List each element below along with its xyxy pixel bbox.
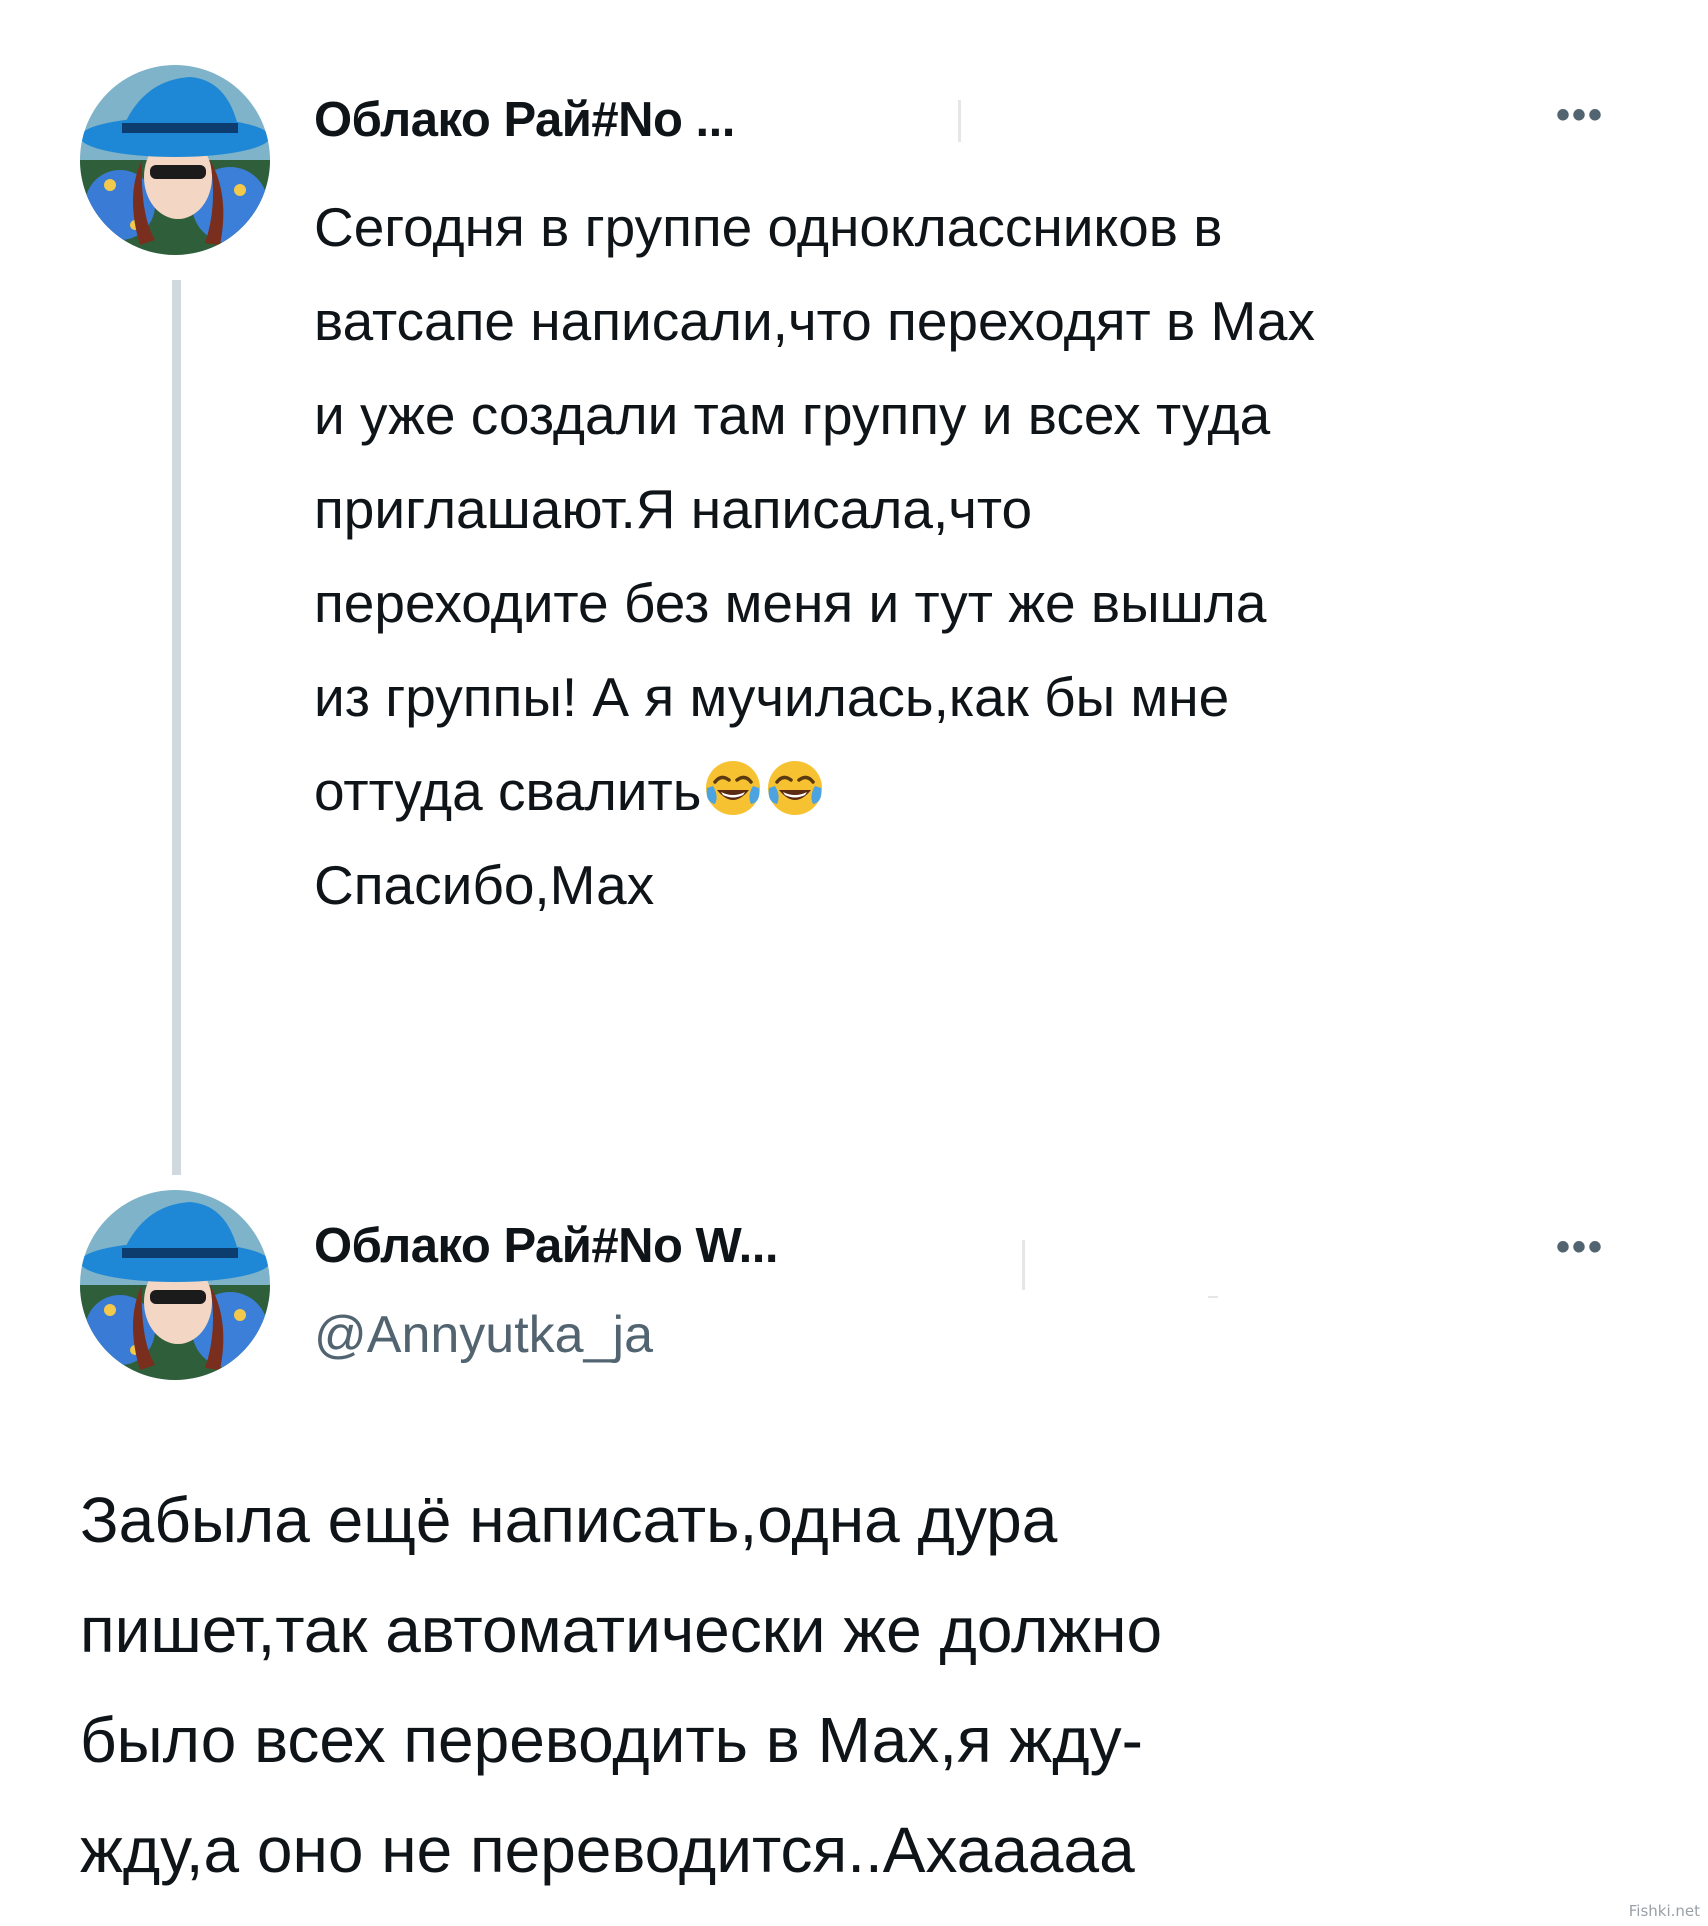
reply-text: Забыла ещё написать,одна дура пишет,так …	[80, 1465, 1680, 1905]
tweet-text-line: приглашают.Я написала,что	[314, 478, 1033, 540]
tweet-text-line: переходите без меня и тут же вышла	[314, 572, 1267, 634]
tweet-text-segment: оттуда свалить	[314, 760, 702, 822]
tweet-text-line: и уже создали там группу и всех туда	[314, 384, 1271, 446]
more-options-icon[interactable]: •••	[1556, 1227, 1604, 1267]
tweet-text-line: ватсапе написали,что переходят в Мах	[314, 290, 1316, 352]
author-name[interactable]: Облако Рай#No ...	[314, 92, 735, 148]
edit-artifact	[1022, 1240, 1025, 1290]
reply-text-line: пишет,так автоматически же должно	[80, 1594, 1163, 1666]
avatar-image	[80, 65, 270, 255]
more-options-icon[interactable]: •••	[1556, 95, 1604, 135]
tweet-text-line: из группы! А я мучилась,как бы мне	[314, 666, 1230, 728]
tweet-text: Сегодня в группе одноклассников в ватсап…	[314, 180, 1694, 932]
reply-text-line: было всех переводить в Мах,я жду-	[80, 1704, 1143, 1776]
face-with-tears-of-joy-icon	[765, 758, 825, 818]
thread-connector-line	[172, 280, 181, 1175]
tweet-text-line-with-emoji: оттуда свалить	[314, 744, 1694, 838]
avatar[interactable]	[80, 65, 270, 255]
tweet-text-line: Сегодня в группе одноклассников в	[314, 196, 1223, 258]
avatar[interactable]	[80, 1190, 270, 1380]
reply-text-line: жду,а оно не переводится..Ахааааа	[80, 1814, 1135, 1886]
avatar-image	[80, 1190, 270, 1380]
author-handle[interactable]: @Annyutka_ja	[314, 1305, 653, 1365]
author-name[interactable]: Облако Рай#No W...	[314, 1218, 778, 1274]
tweet-text-line: Спасибо,Мах	[314, 854, 655, 916]
reply-text-line: Забыла ещё написать,одна дура	[80, 1484, 1058, 1556]
face-with-tears-of-joy-icon	[703, 758, 763, 818]
watermark: Fishki.net	[1628, 1902, 1700, 1920]
edit-artifact	[1208, 1296, 1218, 1298]
edit-artifact	[958, 100, 961, 142]
